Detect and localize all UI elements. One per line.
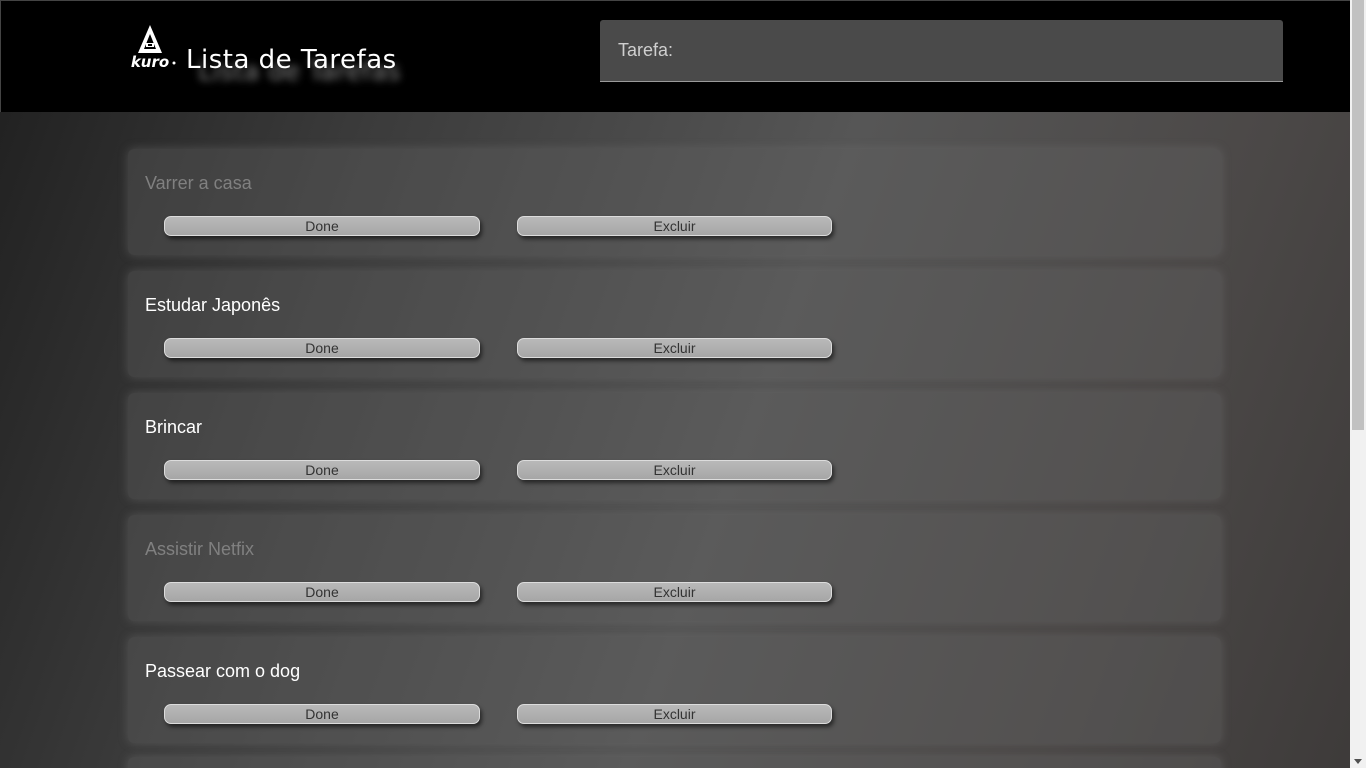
done-button[interactable]: Done [164,338,480,358]
delete-button[interactable]: Excluir [517,338,832,358]
task-input[interactable] [600,20,1283,82]
task-title[interactable]: Estudar Japonês [145,295,280,316]
app-title: Lista de Tarefas [186,45,397,75]
scrollbar-thumb[interactable] [1352,0,1364,430]
task-card: Estudar Japonês Done Excluir [128,271,1221,377]
task-card: Brincar Done Excluir [128,393,1221,499]
delete-button[interactable]: Excluir [517,582,832,602]
task-title[interactable]: Assistir Netfix [145,539,254,560]
done-button[interactable]: Done [164,582,480,602]
svg-text:kuro: kuro [131,53,169,71]
app-title-wrap: Lista de Tarefas Lista de Tarefas [186,45,401,87]
delete-button[interactable]: Excluir [517,460,832,480]
task-title[interactable]: Passear com o dog [145,661,300,682]
top-bar: kuro Lista de Tarefas Lista de Tarefas [0,0,1350,112]
delete-button[interactable]: Excluir [517,216,832,236]
done-button[interactable]: Done [164,704,480,724]
task-card: Passear com o dog Done Excluir [128,637,1221,743]
task-title[interactable]: Varrer a casa [145,173,252,194]
task-title[interactable]: Brincar [145,417,202,438]
scroll-down-arrow-icon[interactable] [1354,759,1362,764]
task-list: Varrer a casa Done Excluir Estudar Japon… [128,149,1221,759]
task-card: Assistir Netfix Done Excluir [128,515,1221,621]
vertical-scrollbar[interactable] [1350,0,1366,768]
task-card: Varrer a casa Done Excluir [128,149,1221,255]
delete-button[interactable]: Excluir [517,704,832,724]
done-button[interactable]: Done [164,460,480,480]
kuro-logo: kuro [131,25,176,71]
done-button[interactable]: Done [164,216,480,236]
task-card-partial [128,757,1221,768]
